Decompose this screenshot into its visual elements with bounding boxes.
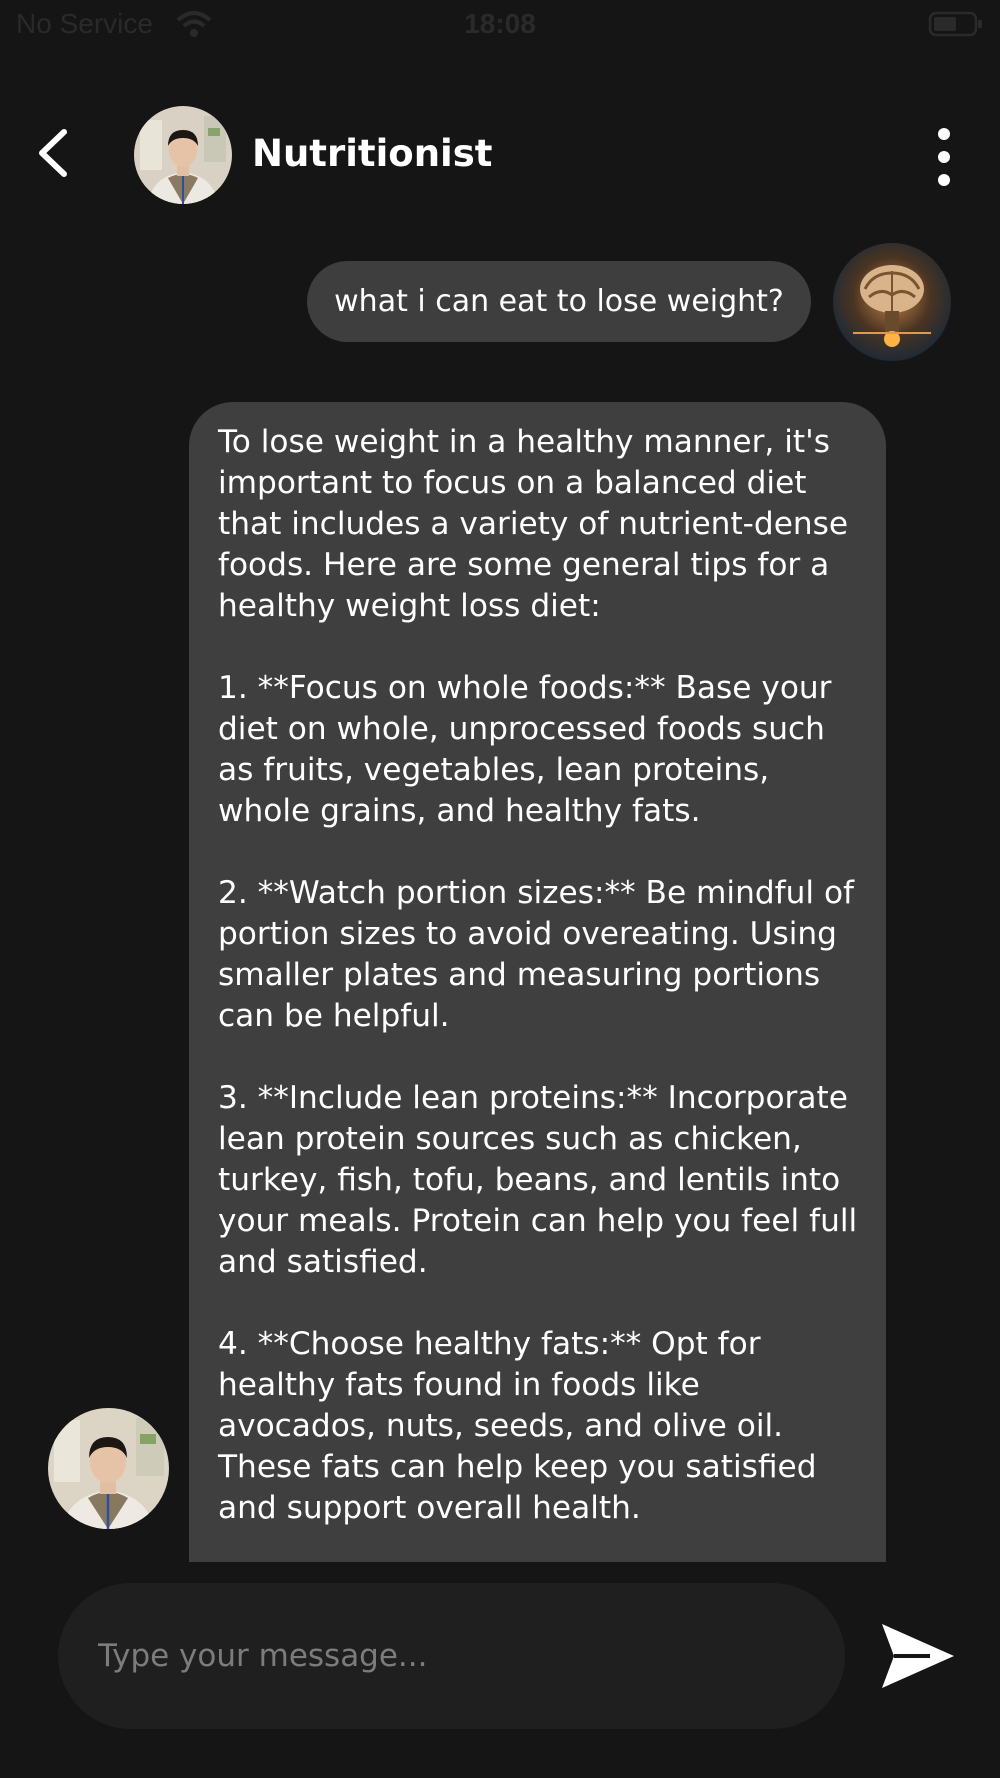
assistant-avatar [48, 1408, 169, 1529]
user-avatar [833, 243, 951, 361]
chat-header: Nutritionist [0, 90, 1000, 220]
nutritionist-avatar [134, 106, 232, 204]
user-message-bubble: what i can eat to lose weight? [307, 261, 811, 342]
vertical-ellipsis-icon [938, 128, 950, 186]
status-bar: No Service 18:08 [0, 0, 1000, 50]
page-title: Nutritionist [252, 132, 493, 175]
battery-icon [928, 11, 982, 37]
user-message-text: what i can eat to lose weight? [334, 284, 784, 319]
message-input[interactable] [58, 1583, 845, 1729]
send-icon [882, 1624, 954, 1688]
back-button[interactable] [30, 120, 80, 186]
chevron-left-icon [39, 129, 67, 177]
assistant-message-text: To lose weight in a healthy manner, it's… [218, 424, 858, 1526]
assistant-message-bubble: To lose weight in a healthy manner, it's… [189, 402, 886, 1562]
clock: 18:08 [464, 8, 536, 39]
more-options-button[interactable] [928, 126, 960, 188]
send-button[interactable] [878, 1620, 958, 1692]
